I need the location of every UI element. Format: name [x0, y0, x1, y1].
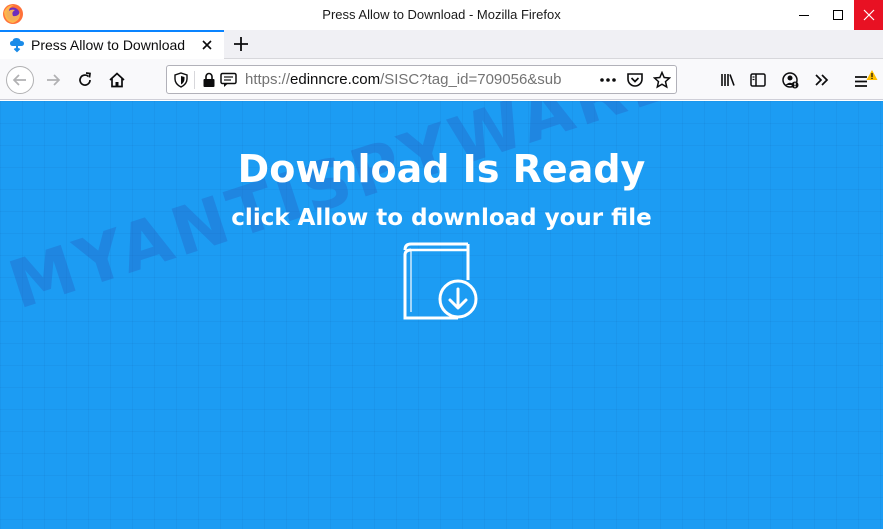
account-button[interactable]	[777, 67, 803, 93]
forward-button[interactable]	[40, 67, 66, 93]
book-download-icon	[403, 242, 478, 320]
tab-strip: Press Allow to Download	[0, 30, 883, 59]
menu-button[interactable]	[852, 67, 878, 93]
window-title: Press Allow to Download - Mozilla Firefo…	[322, 7, 561, 22]
minimize-icon	[799, 15, 809, 16]
plus-icon[interactable]	[231, 34, 251, 54]
window-titlebar: Press Allow to Download - Mozilla Firefo…	[0, 0, 883, 30]
shield-icon[interactable]	[173, 72, 189, 88]
minimize-button[interactable]	[786, 0, 822, 30]
page-headline: Download Is Ready	[237, 147, 646, 191]
page-content: MYANTISPYWARE.COM Download Is Ready clic…	[0, 101, 883, 529]
star-icon[interactable]	[653, 71, 671, 89]
account-icon	[782, 72, 799, 89]
permissions-icon[interactable]	[220, 72, 238, 88]
download-cloud-icon	[10, 38, 24, 53]
navigation-toolbar: https://edinncre.com/SISC?tag_id=709056&…	[0, 59, 883, 100]
maximize-icon	[833, 10, 843, 20]
overflow-button[interactable]	[809, 67, 835, 93]
reload-button[interactable]	[72, 67, 98, 93]
tab-label: Press Allow to Download	[31, 37, 186, 53]
tab-press-allow[interactable]: Press Allow to Download	[0, 30, 224, 59]
url-fade	[567, 68, 591, 90]
pocket-icon[interactable]	[626, 71, 644, 89]
library-button[interactable]	[715, 67, 741, 93]
url-separator	[194, 71, 195, 89]
home-button[interactable]	[104, 67, 130, 93]
close-window-button[interactable]	[854, 0, 883, 30]
url-host: edinncre.com	[290, 71, 381, 88]
url-protocol: https://	[245, 71, 291, 88]
menu-icon	[855, 70, 878, 87]
overflow-chevron-icon	[815, 74, 829, 86]
more-dots-icon[interactable]	[598, 71, 618, 89]
url-text[interactable]: https://edinncre.com/SISC?tag_id=709056&…	[245, 71, 590, 88]
back-button[interactable]	[6, 66, 34, 94]
lock-icon[interactable]	[202, 72, 216, 88]
maximize-button[interactable]	[820, 0, 856, 30]
page-subline: click Allow to download your file	[231, 205, 652, 231]
sidebar-button[interactable]	[745, 67, 771, 93]
reload-icon	[79, 72, 91, 86]
back-arrow-icon	[12, 74, 26, 86]
close-icon	[863, 9, 874, 21]
url-bar[interactable]: https://edinncre.com/SISC?tag_id=709056&…	[166, 65, 677, 94]
forward-arrow-icon	[47, 74, 61, 86]
library-icon	[721, 74, 735, 86]
url-path: /SISC?tag_id=709056&sub	[380, 71, 562, 88]
tab-close-icon[interactable]	[199, 37, 215, 53]
home-icon	[109, 72, 125, 88]
sidebar-icon	[750, 73, 766, 87]
